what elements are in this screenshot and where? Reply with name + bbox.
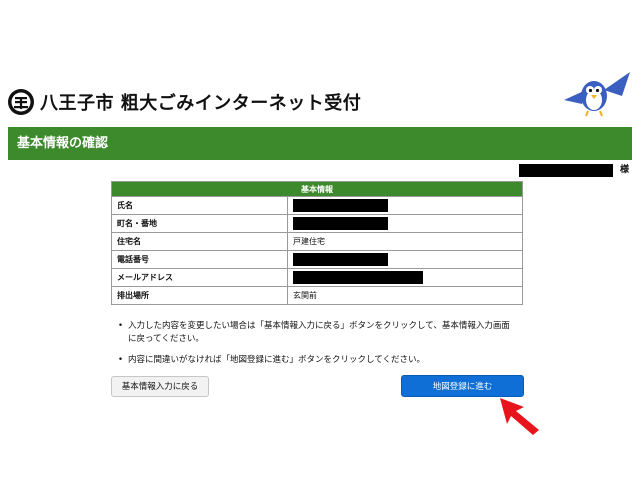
note-text: 入力した内容を変更したい場合は「基本情報入力に戻る」ボタンをクリックして、基本情…: [128, 321, 510, 344]
table-row: 町名・番地: [111, 214, 523, 233]
row-label-housing: 住宅名: [111, 232, 288, 251]
row-label-address: 町名・番地: [111, 214, 288, 233]
table-row: 排出場所 玄関前: [111, 286, 523, 305]
table-header-row: 基本情報: [111, 181, 523, 197]
user-honorific: 様: [620, 165, 630, 175]
row-value-name: [287, 196, 523, 215]
redacted-value: [293, 271, 423, 284]
bullet: •: [118, 321, 124, 331]
row-value-address: [287, 214, 523, 233]
row-label-location: 排出場所: [111, 286, 288, 305]
row-label-email: メールアドレス: [111, 268, 288, 287]
site-title: 八王子市 粗大ごみインターネット受付: [40, 93, 362, 114]
table-row: メールアドレス: [111, 268, 523, 287]
row-label-phone: 電話番号: [111, 250, 288, 269]
hachioji-city-emblem-icon: [8, 89, 34, 115]
row-label-name: 氏名: [111, 196, 288, 215]
redacted-value: [293, 253, 388, 266]
back-to-basic-info-button[interactable]: 基本情報入力に戻る: [111, 376, 209, 397]
bird-mascot-icon: [564, 72, 630, 117]
redacted-value: [293, 199, 388, 212]
note-item: • 内容に間違いがなければ「地図登録に進む」ボタンをクリックしてください。: [118, 354, 518, 367]
basic-info-table: 基本情報 氏名 町名・番地 住宅名 戸建住宅 電話番号 メールアドレス 排出場所…: [111, 181, 523, 305]
table-row: 住宅名 戸建住宅: [111, 232, 523, 251]
row-value-email: [287, 268, 523, 287]
table-row: 電話番号: [111, 250, 523, 269]
red-pointer-arrow-icon: [500, 398, 539, 435]
row-value-phone: [287, 250, 523, 269]
redacted-user-name: [519, 164, 613, 177]
table-row: 氏名: [111, 196, 523, 215]
note-text: 内容に間違いがなければ「地図登録に進む」ボタンをクリックしてください。: [128, 355, 425, 365]
site-header: 八王子市 粗大ごみインターネット受付: [0, 72, 640, 124]
note-item: • 入力した内容を変更したい場合は「基本情報入力に戻る」ボタンをクリックして、基…: [118, 320, 518, 346]
table-header: 基本情報: [111, 181, 523, 197]
redacted-value: [293, 217, 388, 230]
section-title-bar: 基本情報の確認: [8, 127, 632, 160]
bullet: •: [118, 355, 124, 365]
instructions: • 入力した内容を変更したい場合は「基本情報入力に戻る」ボタンをクリックして、基…: [118, 320, 518, 375]
row-value-location: 玄関前: [287, 286, 523, 305]
row-value-housing: 戸建住宅: [287, 232, 523, 251]
proceed-to-map-button[interactable]: 地図登録に進む: [401, 375, 524, 397]
